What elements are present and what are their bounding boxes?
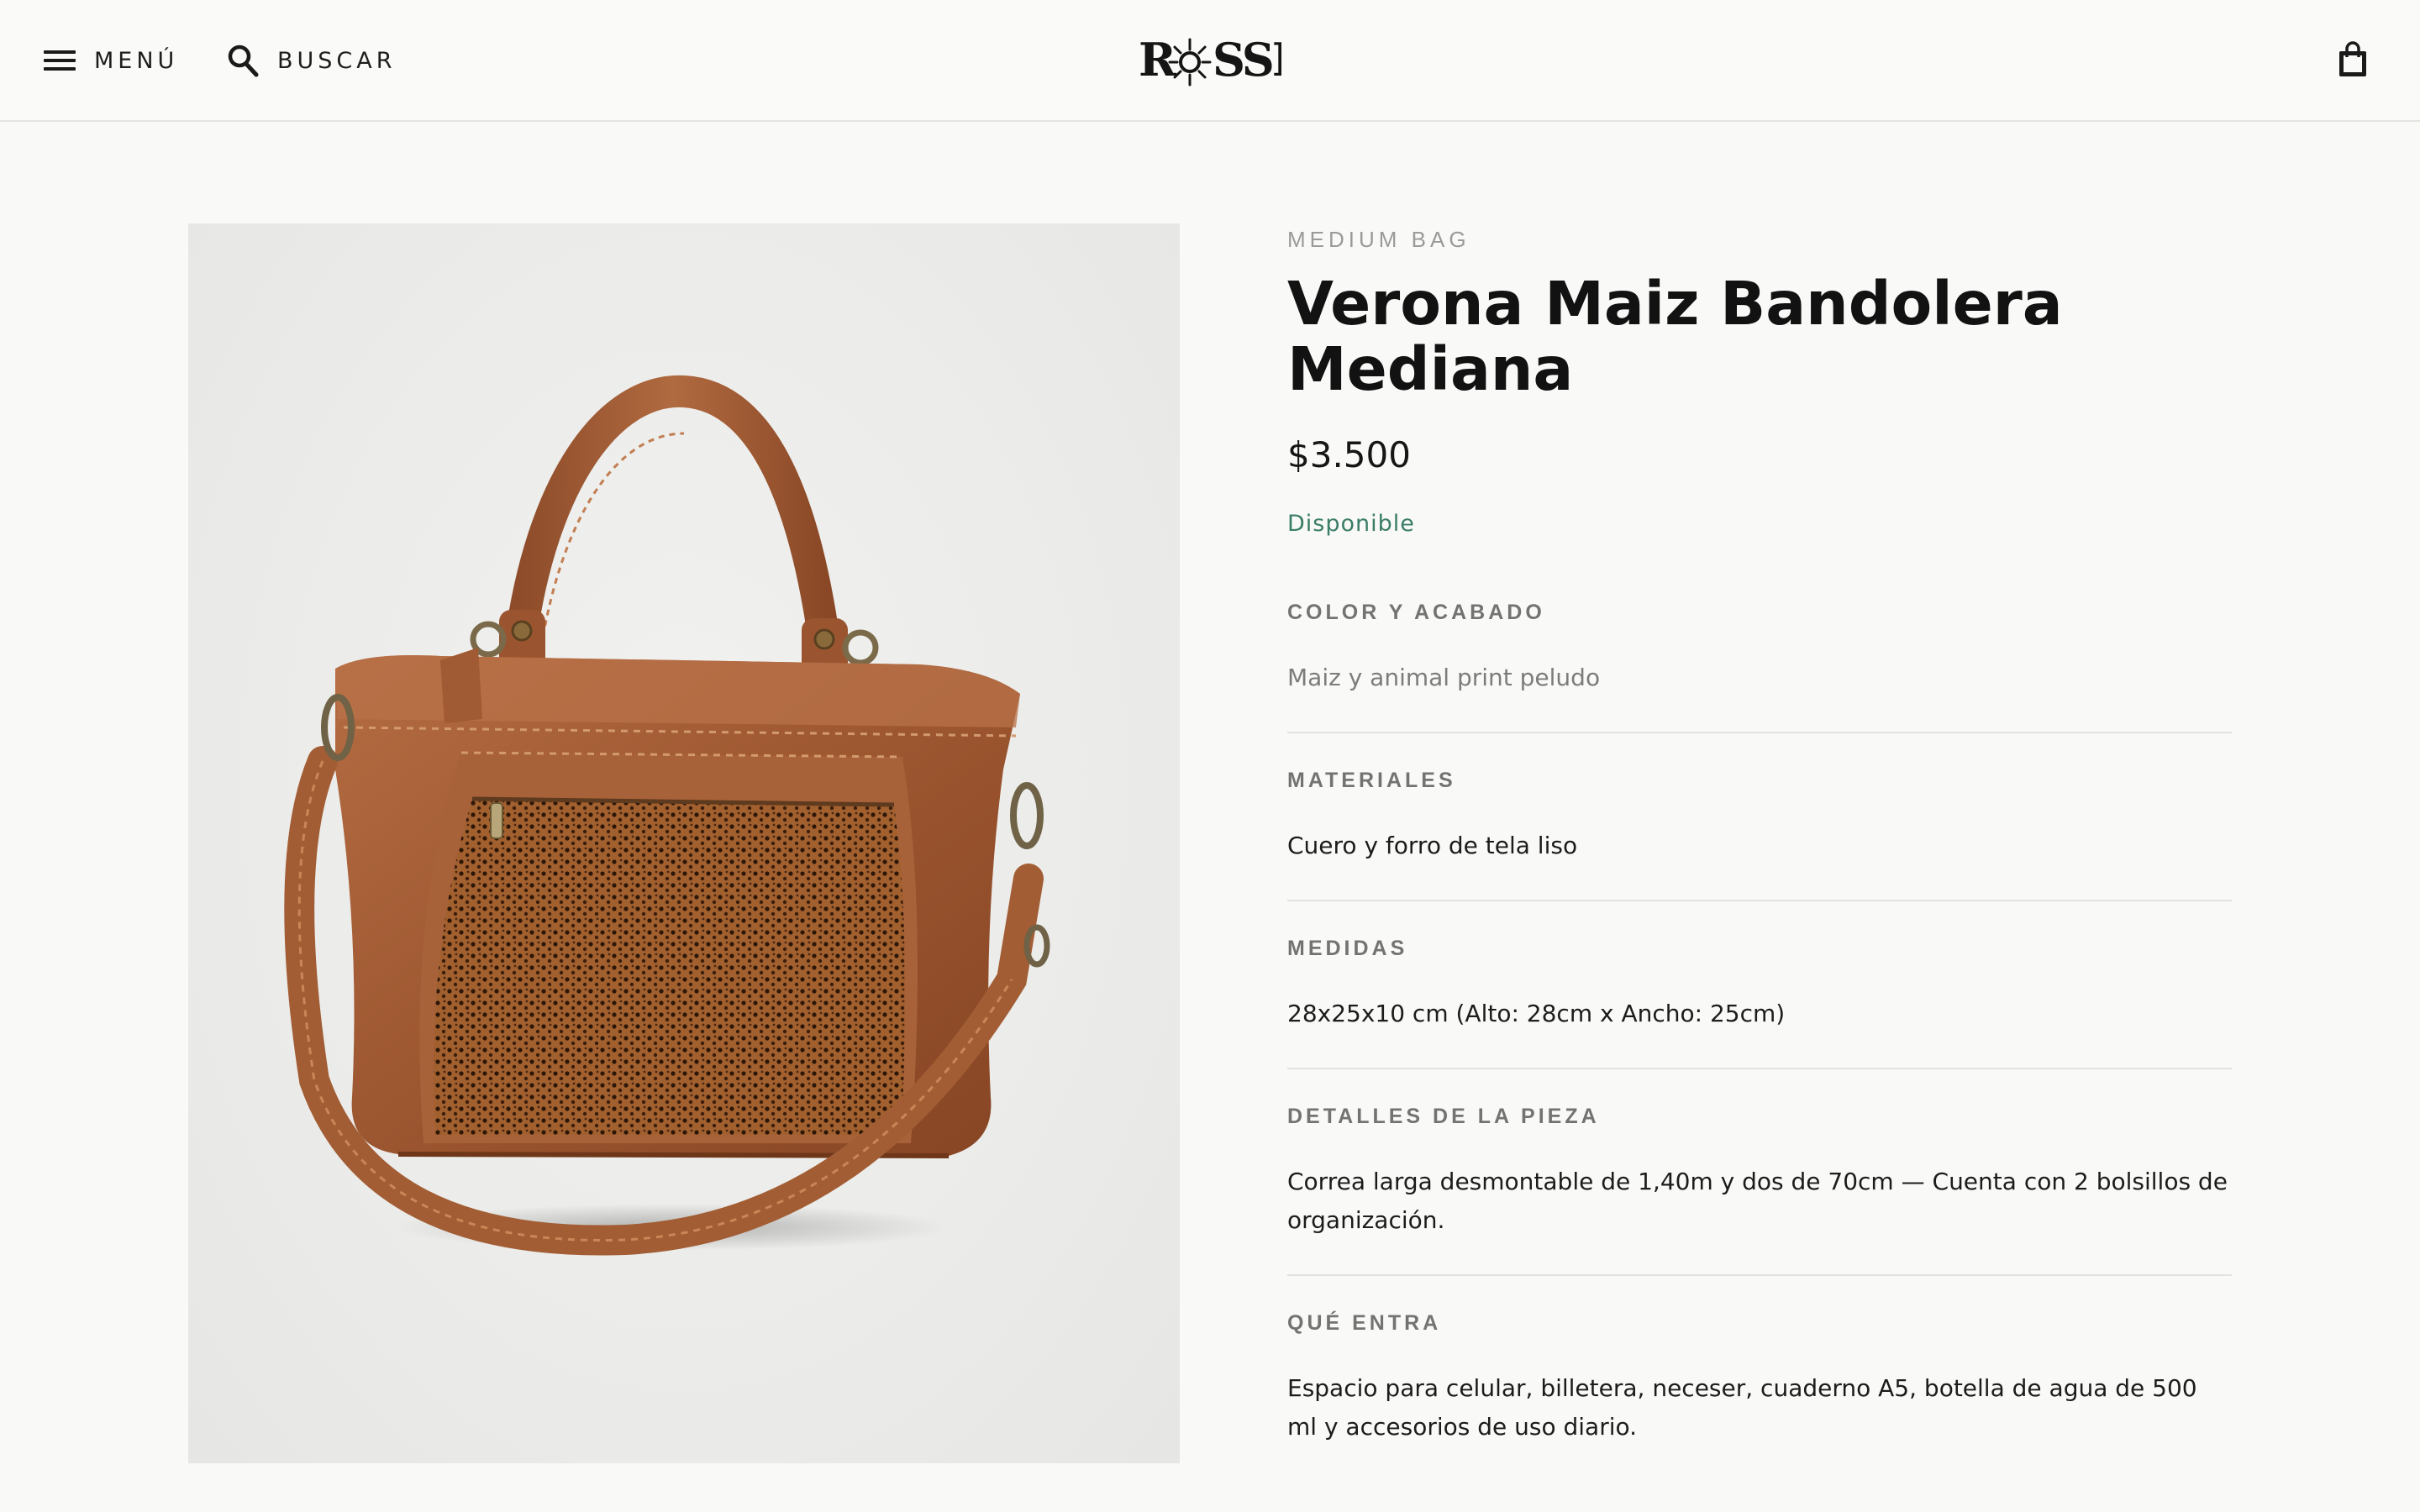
spec-label: DETALLES DE LA PIEZA	[1287, 1105, 1600, 1128]
spec-color-finish: COLOR Y ACABADO Maiz y animal print pelu…	[1287, 601, 2232, 733]
cart-button[interactable]	[2336, 40, 2370, 79]
spec-label: QUÉ ENTRA	[1287, 1311, 1442, 1335]
product-image[interactable]	[188, 223, 1180, 1463]
spec-value: Maiz y animal print peludo	[1287, 664, 1601, 691]
svg-text:SSI: SSI	[1213, 33, 1281, 87]
spec-label: MATERIALES	[1287, 769, 1456, 792]
spec-value: Cuero y forro de tela liso	[1287, 832, 1578, 859]
search-label: BUSCAR	[277, 47, 397, 74]
spec-label: MEDIDAS	[1287, 937, 1408, 960]
spec-dimensions: MEDIDAS 28x25x10 cm (Alto: 28cm x Ancho:…	[1287, 937, 2232, 1069]
handbag-illustration	[284, 375, 1050, 1256]
hamburger-icon	[44, 49, 76, 72]
site-logo[interactable]: R SSI	[1139, 30, 1281, 89]
spec-value: Espacio para celular, billetera, neceser…	[1287, 1374, 2197, 1441]
svg-text:R: R	[1139, 33, 1177, 87]
sun-logo-mark: R SSI	[1139, 33, 1281, 87]
product-price: $3.500	[1287, 434, 1411, 475]
spec-label: COLOR Y ACABADO	[1287, 601, 1545, 624]
shopping-bag-icon	[2339, 41, 2366, 76]
menu-button[interactable]: MENÚ	[44, 44, 178, 77]
availability-status: Disponible	[1287, 511, 1415, 537]
spec-what-fits: QUÉ ENTRA Espacio para celular, billeter…	[1287, 1311, 2232, 1481]
site-header: MENÚ BUSCAR R SS	[0, 0, 2420, 122]
menu-label: MENÚ	[94, 47, 179, 74]
product-category[interactable]: MEDIUM BAG	[1287, 227, 2232, 253]
spec-value: Correa larga desmontable de 1,40m y dos …	[1287, 1168, 2228, 1234]
spec-value: 28x25x10 cm (Alto: 28cm x Ancho: 25cm)	[1287, 1000, 1786, 1027]
spec-piece-details: DETALLES DE LA PIEZA Correa larga desmon…	[1287, 1105, 2232, 1276]
search-button[interactable]: BUSCAR	[227, 42, 397, 79]
search-icon	[228, 45, 259, 77]
product-info: MEDIUM BAG Verona Maiz Bandolera Mediana…	[1287, 223, 2232, 1481]
spec-materials: MATERIALES Cuero y forro de tela liso	[1287, 769, 2232, 901]
product-title: Verona Maiz Bandolera Mediana	[1287, 269, 2063, 404]
